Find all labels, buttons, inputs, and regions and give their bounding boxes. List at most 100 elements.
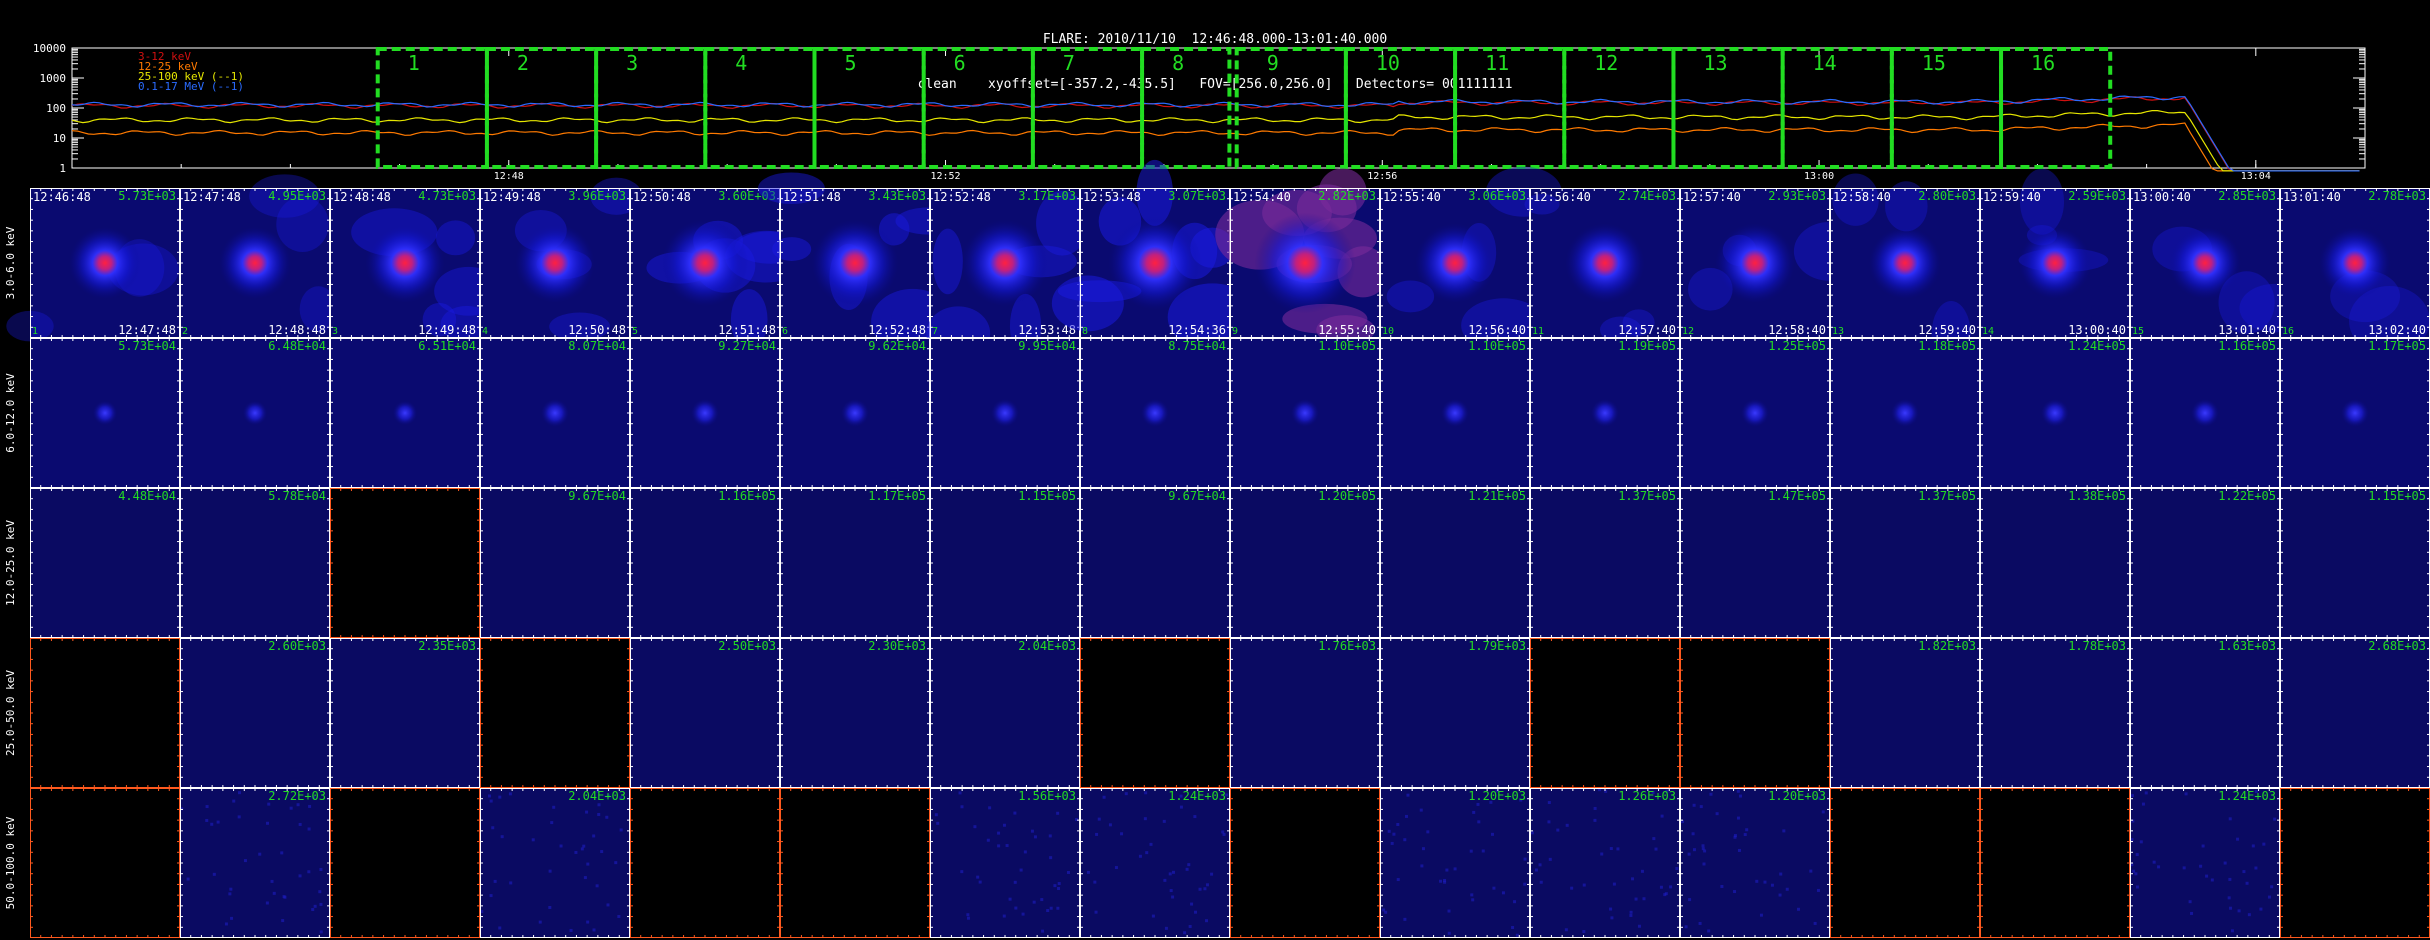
source-blob (990, 398, 1020, 428)
noise-speck (582, 844, 586, 848)
cell-index: 4 (482, 326, 488, 337)
image-cell (30, 788, 180, 938)
noise-speck (1108, 823, 1112, 827)
noise-speck (2152, 860, 2156, 864)
image-cell: 9.95E+04 (930, 338, 1080, 488)
cell-max-value: 1.78E+03 (2068, 639, 2126, 653)
noise-speck (281, 919, 285, 923)
noise-speck (232, 799, 236, 803)
cell-max-value: 1.37E+05 (1918, 489, 1976, 503)
noise-speck (1637, 924, 1641, 928)
cell-max-value: 2.59E+03 (2068, 189, 2126, 203)
cell-start-time: 12:47:48 (183, 190, 241, 204)
image-cell: 4.48E+04 (30, 488, 180, 638)
noise-speck (1021, 912, 1025, 916)
image-cell: 1.20E+05 (1230, 488, 1380, 638)
noise-speck (606, 903, 610, 907)
noise-speck (311, 908, 315, 912)
noise-speck (1198, 887, 1202, 891)
cell-max-value: 5.78E+04 (268, 489, 326, 503)
image-cell: 1.24E+03 (1080, 788, 1230, 938)
noise-speck (1763, 880, 1767, 884)
noise-speck (1547, 820, 1551, 824)
noise-speck (1593, 818, 1597, 822)
noise-speck (229, 887, 233, 891)
noise-speck (1782, 829, 1786, 833)
noise-speck (1403, 917, 1407, 921)
image-cell: 2.74E+03 12:56:40 12:57:40 11 (1524, 188, 1680, 344)
image-cell: 2.50E+03 (630, 638, 780, 788)
noise-speck (597, 803, 601, 807)
noise-speck (548, 905, 552, 909)
cell-max-value: 8.75E+04 (1168, 339, 1226, 353)
image-cell: 1.16E+05 (2130, 338, 2280, 488)
source-blob (69, 227, 141, 299)
noise-speck (493, 879, 497, 883)
noise-speck (1426, 830, 1430, 834)
noise-speck (1382, 908, 1386, 912)
noise-speck (580, 847, 584, 851)
noise-speck (289, 806, 293, 810)
noise-speck (1675, 867, 1679, 871)
source-blob (1590, 398, 1620, 428)
noise-speck (1477, 820, 1481, 824)
source-blob (1740, 398, 1770, 428)
noise-speck (265, 901, 269, 905)
source-blob (2319, 227, 2391, 299)
image-cell (480, 638, 630, 788)
cell-start-time: 12:51:48 (783, 190, 841, 204)
cell-max-value: 1.18E+05 (1918, 339, 1976, 353)
noise-speck (1652, 837, 1656, 841)
noise-speck (2223, 861, 2227, 865)
noise-speck (2210, 878, 2214, 882)
cell-index: 2 (182, 326, 188, 337)
noise-speck (2182, 866, 2186, 870)
noise-speck (1057, 887, 1061, 891)
image-cells: 5.73E+03 12:46:48 12:47:48 1 4.95E+03 12:47:4… (6, 159, 2430, 938)
noise-speck (1570, 886, 1574, 890)
cell-max-value: 1.20E+03 (1468, 789, 1526, 803)
noise-speck (592, 928, 596, 932)
source-blob (2190, 398, 2220, 428)
noise-speck (1002, 823, 1006, 827)
noise-speck (958, 791, 962, 795)
cell-end-time: 12:51:48 (718, 323, 776, 337)
noise-speck (1008, 897, 1012, 901)
noise-speck (1770, 883, 1774, 887)
cell-max-value: 1.25E+05 (1768, 339, 1826, 353)
noise-speck (2242, 870, 2246, 874)
image-cell (330, 788, 480, 938)
noise-speck (1421, 847, 1425, 851)
cell-start-time: 12:50:48 (633, 190, 691, 204)
source-blob (1715, 223, 1795, 303)
noise-speck (1720, 884, 1724, 888)
noise-speck (307, 870, 311, 874)
noise-speck (1755, 879, 1759, 883)
cell-background (1380, 638, 1530, 788)
cell-max-value: 3.06E+03 (1468, 189, 1526, 203)
noise-speck (1222, 832, 1226, 836)
noise-speck (2132, 869, 2136, 873)
noise-speck (1564, 928, 1568, 932)
cell-max-value: 1.76E+03 (1318, 639, 1376, 653)
source-blob (1254, 212, 1356, 314)
noise-speck (1698, 921, 1702, 925)
noise-speck (1733, 835, 1737, 839)
cell-background (1830, 488, 1980, 638)
noise-speck (1501, 891, 1505, 895)
cell-background (2130, 788, 2280, 938)
noise-speck (2251, 844, 2255, 848)
noise-speck (489, 894, 493, 898)
cell-start-time: 12:58:40 (1833, 190, 1891, 204)
noise-speck (2139, 840, 2143, 844)
noise-speck (1582, 930, 1586, 934)
noise-speck (1033, 835, 1037, 839)
noise-speck (1094, 910, 1098, 914)
noise-speck (1040, 898, 1044, 902)
cell-index: 7 (932, 326, 938, 337)
noise-speck (1171, 895, 1175, 899)
cell-max-value: 1.16E+05 (718, 489, 776, 503)
noise-speck (934, 813, 938, 817)
cell-background (1980, 488, 2130, 638)
noise-speck (1453, 867, 1457, 871)
